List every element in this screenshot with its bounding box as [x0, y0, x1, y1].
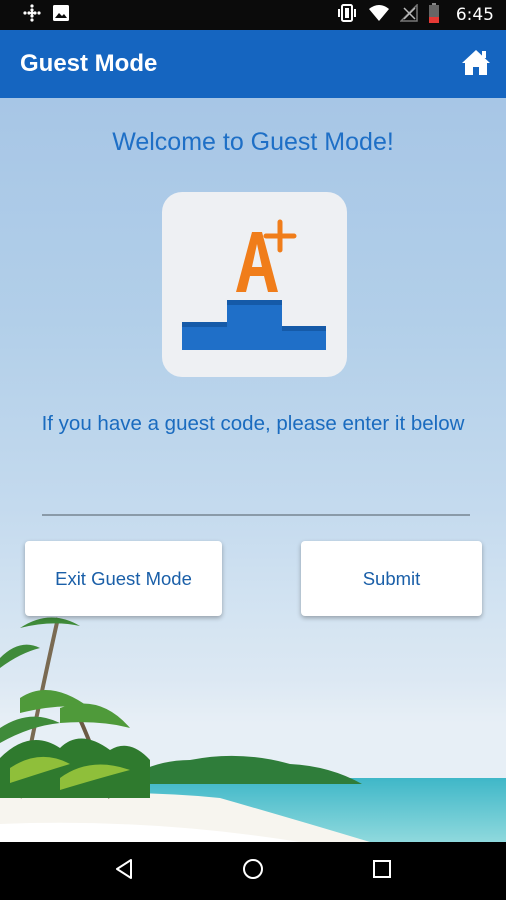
exit-guest-mode-button[interactable]: Exit Guest Mode: [25, 541, 222, 616]
app-logo: [162, 192, 347, 377]
no-signal-icon: [399, 2, 418, 27]
back-button[interactable]: [104, 851, 144, 891]
back-icon: [114, 858, 134, 885]
app-title: Guest Mode: [20, 50, 158, 77]
wifi-icon: [368, 4, 390, 27]
welcome-heading: Welcome to Guest Mode!: [112, 128, 394, 156]
status-bar: 6:45: [0, 0, 506, 30]
recents-icon: [372, 859, 392, 884]
status-time: 6:45: [455, 5, 494, 25]
recents-button[interactable]: [362, 851, 402, 891]
notification-dots-icon: [22, 3, 42, 28]
home-nav-button[interactable]: [233, 851, 273, 891]
guest-code-input[interactable]: [42, 478, 470, 516]
home-icon: [461, 48, 491, 81]
status-right: 6:45: [336, 2, 494, 28]
home-button[interactable]: [460, 48, 492, 80]
image-icon: [52, 4, 70, 27]
system-nav-bar: [0, 842, 506, 900]
home-circle-icon: [242, 858, 264, 885]
status-left: [22, 3, 70, 28]
app-bar: Guest Mode: [0, 30, 506, 98]
guest-mode-content: Welcome to Guest Mode! If you have a gue…: [0, 98, 506, 842]
a-plus-podium-logo: [182, 219, 326, 350]
guest-code-instructions: If you have a guest code, please enter i…: [41, 412, 465, 435]
submit-button[interactable]: Submit: [301, 541, 482, 616]
battery-icon: [428, 2, 440, 28]
vibrate-icon: [336, 3, 358, 28]
